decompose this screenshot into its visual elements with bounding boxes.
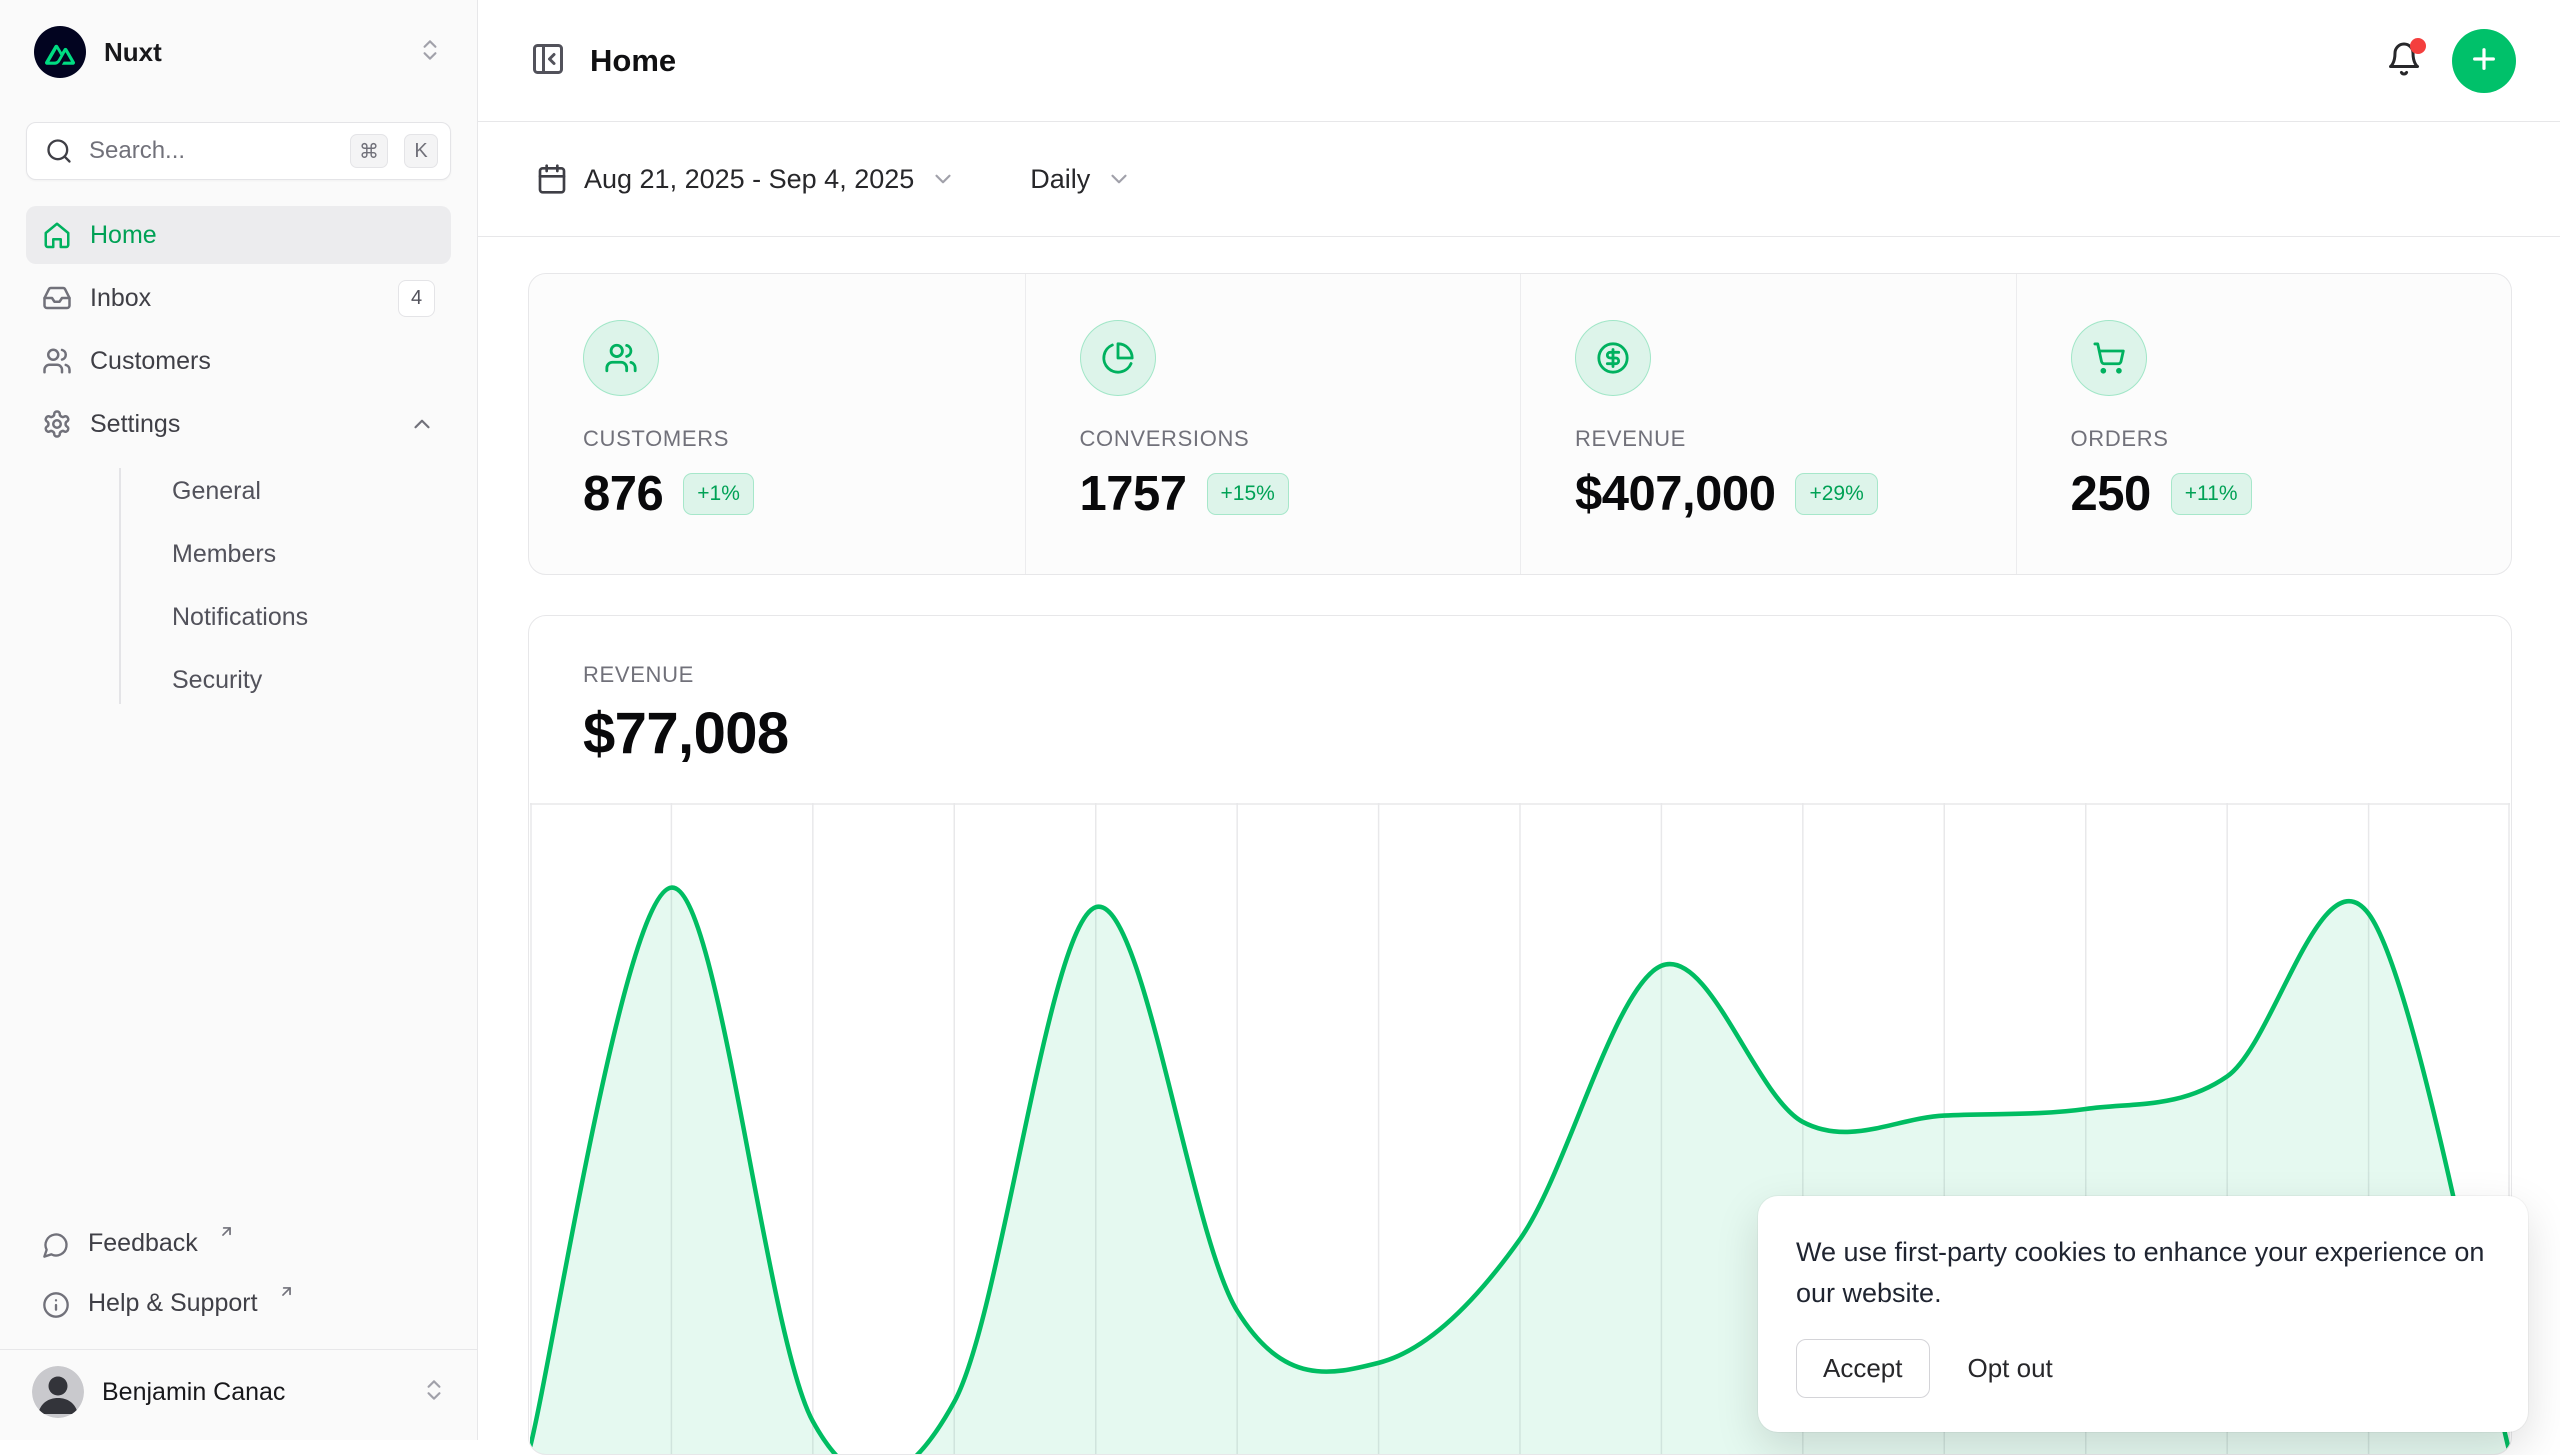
stat-card-customers[interactable]: CUSTOMERS 876 +1% [529, 274, 1025, 574]
sidebar-item-general[interactable]: General [26, 460, 451, 523]
cart-icon [2071, 320, 2147, 396]
users-icon [42, 346, 72, 376]
stat-value: 876 [583, 466, 663, 522]
stat-value: 1757 [1080, 466, 1187, 522]
sidebar-item-customers[interactable]: Customers [26, 332, 451, 390]
workspace-switcher[interactable]: Nuxt [26, 22, 451, 82]
sub-item-label: Members [172, 540, 276, 569]
footer-item-label: Feedback [88, 1229, 198, 1258]
kbd-k: K [404, 134, 438, 168]
collapse-sidebar-button[interactable] [530, 41, 566, 80]
revenue-chart-total: $77,008 [583, 700, 2511, 767]
sidebar-item-inbox[interactable]: Inbox 4 [26, 269, 451, 327]
cookie-message: We use first-party cookies to enhance yo… [1796, 1232, 2488, 1313]
stat-delta-badge: +11% [2171, 473, 2252, 515]
sub-item-label: Notifications [172, 603, 308, 632]
stat-value: 250 [2071, 466, 2151, 522]
info-circle-icon [42, 1291, 70, 1319]
topbar-actions [2386, 29, 2516, 93]
sub-item-label: Security [172, 666, 262, 695]
stat-card-orders[interactable]: ORDERS 250 +11% [2016, 274, 2512, 574]
stat-card-revenue[interactable]: REVENUE $407,000 +29% [1520, 274, 2016, 574]
topbar: Home [478, 0, 2560, 122]
search-input[interactable]: Search... ⌘ K [26, 122, 451, 180]
stat-label: CUSTOMERS [583, 426, 1025, 452]
sub-item-label: General [172, 477, 261, 506]
sidebar-item-home[interactable]: Home [26, 206, 451, 264]
chevron-down-icon [930, 166, 956, 192]
sidebar-item-label: Home [90, 221, 157, 250]
search-placeholder: Search... [89, 137, 334, 165]
stat-delta-badge: +1% [683, 473, 754, 515]
date-range-picker[interactable]: Aug 21, 2025 - Sep 4, 2025 [530, 162, 962, 196]
pie-chart-icon [1080, 320, 1156, 396]
unread-dot [2410, 38, 2426, 54]
accept-button[interactable]: Accept [1796, 1339, 1930, 1398]
sidebar-item-security[interactable]: Security [26, 649, 451, 712]
sidebar: Nuxt Search... ⌘ K Home [0, 0, 478, 1440]
granularity-label: Daily [1030, 164, 1090, 195]
inbox-count-badge: 4 [398, 280, 435, 317]
dollar-circle-icon [1575, 320, 1651, 396]
user-name: Benjamin Canac [102, 1378, 403, 1407]
filters-toolbar: Aug 21, 2025 - Sep 4, 2025 Daily [478, 122, 2560, 237]
kbd-cmd: ⌘ [350, 134, 388, 168]
stat-label: REVENUE [1575, 426, 2016, 452]
footer-item-label: Help & Support [88, 1289, 258, 1318]
revenue-chart-label: REVENUE [583, 662, 2511, 688]
chevrons-up-down-icon [417, 37, 443, 68]
stats-row: CUSTOMERS 876 +1% CONVERSIONS 1757 +15% [528, 273, 2512, 575]
stat-delta-badge: +15% [1207, 473, 1289, 515]
workspace-name: Nuxt [104, 37, 399, 68]
sidebar-item-label: Inbox [90, 284, 151, 313]
stat-delta-badge: +29% [1795, 473, 1877, 515]
sidebar-item-members[interactable]: Members [26, 523, 451, 586]
cookie-actions: Accept Opt out [1796, 1339, 2488, 1398]
external-link-icon [218, 1223, 235, 1240]
revenue-chart-header: REVENUE $77,008 [529, 616, 2511, 767]
search-icon [45, 137, 73, 165]
avatar [32, 1366, 84, 1418]
chevron-down-icon [1106, 166, 1132, 192]
add-button[interactable] [2452, 29, 2516, 93]
settings-subnav: General Members Notifications Security [26, 460, 451, 712]
sidebar-spacer [26, 712, 451, 1217]
plus-icon [2468, 43, 2500, 78]
sidebar-item-notifications[interactable]: Notifications [26, 586, 451, 649]
notifications-button[interactable] [2386, 41, 2422, 80]
user-menu[interactable]: Benjamin Canac [0, 1349, 477, 1432]
stat-label: ORDERS [2071, 426, 2512, 452]
stat-label: CONVERSIONS [1080, 426, 1521, 452]
calendar-icon [536, 163, 568, 195]
stat-value: $407,000 [1575, 466, 1775, 522]
sidebar-item-help-support[interactable]: Help & Support [26, 1277, 451, 1337]
nuxt-logo-icon [34, 26, 86, 78]
sidebar-nav: Home Inbox 4 Customers Settings [26, 206, 451, 712]
opt-out-button[interactable]: Opt out [1968, 1353, 2053, 1384]
cookie-banner: We use first-party cookies to enhance yo… [1758, 1196, 2528, 1432]
granularity-select[interactable]: Daily [1024, 163, 1138, 196]
message-circle-icon [42, 1231, 70, 1259]
panel-left-close-icon [530, 41, 566, 80]
users-icon [583, 320, 659, 396]
gear-icon [42, 409, 72, 439]
sidebar-item-label: Customers [90, 347, 211, 376]
page-title: Home [590, 43, 676, 79]
inbox-icon [42, 283, 72, 313]
chevrons-up-down-icon [421, 1377, 447, 1408]
home-icon [42, 220, 72, 250]
date-range-label: Aug 21, 2025 - Sep 4, 2025 [584, 164, 914, 195]
stat-card-conversions[interactable]: CONVERSIONS 1757 +15% [1025, 274, 1521, 574]
sidebar-item-label: Settings [90, 410, 180, 439]
chevron-up-icon [409, 411, 435, 437]
sidebar-item-settings[interactable]: Settings [26, 395, 451, 453]
sidebar-item-feedback[interactable]: Feedback [26, 1217, 451, 1277]
external-link-icon [278, 1283, 295, 1300]
